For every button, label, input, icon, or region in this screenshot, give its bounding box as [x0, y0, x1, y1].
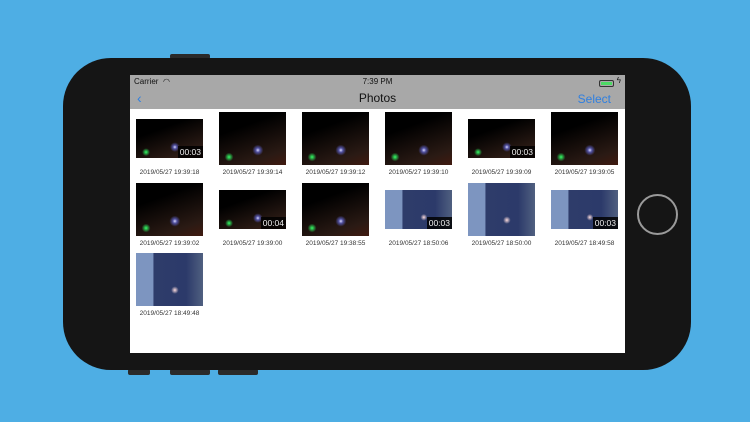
grid-item[interactable]: 2019/05/27 19:39:05	[551, 112, 618, 178]
video-thumbnail: 00:03	[468, 119, 535, 158]
grid-item[interactable]: 00:03 2019/05/27 19:39:09	[468, 112, 535, 178]
photo-thumbnail	[468, 182, 535, 236]
date-label: 2019/05/27 19:39:14	[222, 169, 283, 176]
photo-thumbnail	[302, 112, 369, 165]
photo-thumbnail	[136, 253, 203, 306]
select-button[interactable]: Select	[578, 92, 611, 106]
grid-item[interactable]: 2019/05/27 18:49:48	[136, 253, 203, 319]
photo-thumbnail	[136, 182, 203, 236]
photo-thumbnail	[302, 182, 369, 236]
date-label: 2019/05/27 18:49:58	[554, 239, 615, 247]
home-button[interactable]	[637, 194, 678, 235]
charging-icon: ϟ	[616, 76, 621, 85]
duration-badge: 00:03	[592, 216, 618, 229]
duration-badge: 00:03	[177, 146, 203, 158]
photo-thumbnail	[551, 112, 618, 165]
navigation-bar: Carrier ◠ 7:39 PM ϟ ‹ Photos Select	[130, 75, 625, 109]
date-label: 2019/05/27 19:39:02	[139, 239, 200, 247]
page-title: Photos	[358, 91, 397, 105]
date-label: 2019/05/27 19:39:10	[388, 169, 449, 176]
date-label: 2019/05/27 18:50:00	[471, 239, 532, 247]
grid-item[interactable]: 2019/05/27 19:38:55	[302, 182, 369, 249]
grid-item[interactable]: 2019/05/27 18:50:00	[468, 182, 535, 249]
grid-item[interactable]: 2019/05/27 19:39:14	[219, 112, 286, 178]
screen: Carrier ◠ 7:39 PM ϟ ‹ Photos Select 00:0…	[130, 75, 625, 353]
grid-item[interactable]: 00:03 2019/05/27 18:50:06	[385, 183, 452, 249]
date-label: 2019/05/27 19:39:18	[139, 169, 200, 176]
photo-thumbnail	[219, 112, 286, 165]
date-label: 2019/05/27 19:39:00	[222, 239, 283, 247]
duration-badge: 00:03	[509, 146, 535, 158]
grid-item[interactable]: 00:03 2019/05/27 19:39:18	[136, 112, 203, 178]
video-thumbnail: 00:03	[136, 119, 203, 158]
date-label: 2019/05/27 19:39:12	[305, 169, 366, 176]
duration-badge: 00:04	[260, 216, 286, 229]
video-thumbnail: 00:04	[219, 189, 286, 229]
grid-item[interactable]: 2019/05/27 19:39:10	[385, 112, 452, 178]
grid-item[interactable]: 2019/05/27 19:39:02	[136, 182, 203, 249]
grid-item[interactable]: 00:04 2019/05/27 19:39:00	[219, 183, 286, 249]
time-label: 7:39 PM	[362, 77, 393, 86]
date-label: 2019/05/27 19:38:55	[305, 239, 366, 247]
duration-badge: 00:03	[426, 216, 452, 229]
date-label: 2019/05/27 19:39:09	[471, 169, 532, 176]
date-label: 2019/05/27 18:49:48	[139, 310, 200, 317]
grid-item[interactable]: 2019/05/27 19:39:12	[302, 112, 369, 178]
date-label: 2019/05/27 18:50:06	[388, 239, 449, 247]
battery-icon	[599, 80, 614, 87]
video-thumbnail: 00:03	[385, 189, 452, 229]
photo-thumbnail	[385, 112, 452, 165]
video-thumbnail: 00:03	[551, 189, 618, 229]
date-label: 2019/05/27 19:39:05	[554, 169, 615, 176]
grid-item[interactable]: 00:03 2019/05/27 18:49:58	[551, 183, 618, 249]
